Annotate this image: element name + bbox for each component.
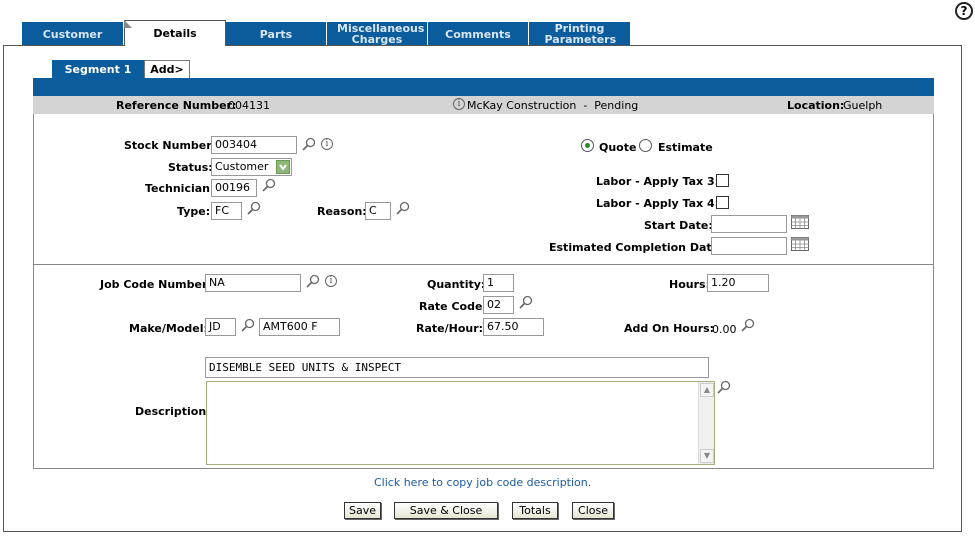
help-question-icon[interactable]: ? — [955, 2, 973, 20]
description-textarea[interactable]: ▲ ▼ — [206, 381, 715, 465]
status-select-value: Customer — [215, 160, 269, 173]
labor-tax4-checkbox[interactable] — [716, 196, 729, 209]
info-icon[interactable]: i — [453, 98, 465, 110]
job-code-input[interactable]: NA — [205, 274, 301, 292]
calendar-icon[interactable] — [791, 215, 809, 229]
model-input[interactable]: AMT600 F — [259, 318, 340, 336]
segment-header-bar — [33, 78, 934, 96]
save-button[interactable]: Save — [344, 502, 381, 519]
estimate-label: Estimate — [658, 141, 713, 154]
segment-add-button[interactable]: Add> — [144, 60, 190, 78]
info-icon[interactable]: i — [325, 275, 337, 287]
labor-tax3-checkbox[interactable] — [716, 174, 729, 187]
search-icon[interactable] — [262, 178, 276, 192]
quote-radio[interactable] — [581, 139, 594, 152]
tab-label: Miscellaneous Charges — [337, 22, 425, 46]
scroll-down-icon[interactable]: ▼ — [700, 449, 714, 463]
search-icon[interactable] — [717, 380, 731, 394]
rate-hour-input[interactable]: 67.50 — [483, 318, 544, 336]
reference-number-label: Reference Number: — [116, 99, 237, 112]
description-scrollbar[interactable]: ▲ ▼ — [698, 382, 714, 464]
rate-code-input[interactable]: 02 — [483, 296, 514, 314]
tab-miscellaneous-charges[interactable]: Miscellaneous Charges — [327, 22, 428, 46]
scroll-up-icon[interactable]: ▲ — [700, 383, 714, 397]
search-icon[interactable] — [306, 274, 320, 288]
tab-label: Details — [153, 27, 197, 40]
description-line-input[interactable]: DISEMBLE SEED UNITS & INSPECT — [205, 357, 709, 378]
section-divider — [33, 264, 934, 265]
stock-number-label: Stock Number: — [124, 139, 217, 152]
make-model-label: Make/Model: — [129, 322, 208, 335]
hours-label: Hours: — [669, 278, 710, 291]
calendar-icon[interactable] — [791, 237, 809, 251]
tab-details[interactable]: Details — [124, 20, 226, 46]
totals-button[interactable]: Totals — [512, 502, 558, 519]
search-icon[interactable] — [396, 201, 410, 215]
search-icon[interactable] — [302, 137, 316, 151]
search-icon[interactable] — [247, 201, 261, 215]
technician-input[interactable]: 00196 — [211, 179, 257, 197]
quantity-input[interactable]: 1 — [483, 274, 514, 292]
location-label: Location: — [787, 99, 845, 112]
stock-number-input[interactable]: 003404 — [211, 136, 297, 154]
type-input[interactable]: FC — [211, 202, 242, 220]
tab-label: Printing Parameters — [544, 22, 617, 46]
status-select[interactable]: Customer — [211, 158, 292, 176]
save-close-button[interactable]: Save & Close — [394, 502, 498, 519]
quantity-label: Quantity: — [427, 278, 486, 291]
tab-label: Parts — [259, 27, 293, 41]
tab-comments[interactable]: Comments — [428, 22, 529, 46]
reason-input[interactable]: C — [365, 202, 391, 220]
tab-printing-parameters[interactable]: Printing Parameters — [529, 22, 630, 46]
description-label: Description: — [135, 405, 211, 418]
status-label: Status: — [168, 161, 213, 174]
tab-customer[interactable]: Customer — [22, 22, 124, 46]
reason-label: Reason: — [317, 205, 367, 218]
job-code-label: Job Code Number: — [100, 278, 212, 291]
info-icon[interactable]: i — [321, 138, 333, 150]
estimated-completion-input[interactable] — [711, 237, 787, 255]
search-icon[interactable] — [241, 318, 255, 332]
labor-tax4-label: Labor - Apply Tax 4: — [596, 197, 720, 210]
rate-hour-label: Rate/Hour: — [416, 322, 484, 335]
estimate-radio[interactable] — [639, 139, 652, 152]
location-value: Guelph — [843, 99, 883, 112]
search-icon[interactable] — [519, 295, 533, 309]
add-on-hours-label: Add On Hours: — [624, 322, 715, 335]
segment-add-label: Add> — [150, 63, 184, 76]
customer-status: McKay Construction - Pending — [467, 99, 639, 112]
labor-tax3-label: Labor - Apply Tax 3: — [596, 175, 720, 188]
type-label: Type: — [177, 205, 211, 218]
close-button[interactable]: Close — [572, 502, 614, 519]
start-date-input[interactable] — [711, 215, 787, 233]
technician-label: Technician: — [145, 182, 215, 195]
tab-label: Comments — [445, 27, 511, 41]
add-on-hours-value: 0.00 — [712, 323, 737, 336]
search-icon[interactable] — [741, 318, 755, 332]
estimated-completion-label: Estimated Completion Date: — [549, 241, 724, 254]
tab-parts[interactable]: Parts — [226, 22, 327, 46]
start-date-label: Start Date: — [644, 219, 713, 232]
rate-code-label: Rate Code: — [419, 300, 487, 313]
tab-label: Customer — [42, 27, 103, 41]
segment-tab-1[interactable]: Segment 1 — [52, 60, 144, 78]
reference-number-value: 004131 — [228, 99, 270, 112]
chevron-down-icon[interactable] — [276, 160, 290, 174]
quote-label: Quote — [599, 141, 637, 154]
hours-input[interactable]: 1.20 — [707, 274, 769, 292]
segment-label: Segment 1 — [64, 62, 132, 76]
copy-description-link[interactable]: Click here to copy job code description. — [374, 476, 591, 489]
tab-fold-icon — [124, 20, 132, 28]
make-input[interactable]: JD — [205, 318, 236, 336]
